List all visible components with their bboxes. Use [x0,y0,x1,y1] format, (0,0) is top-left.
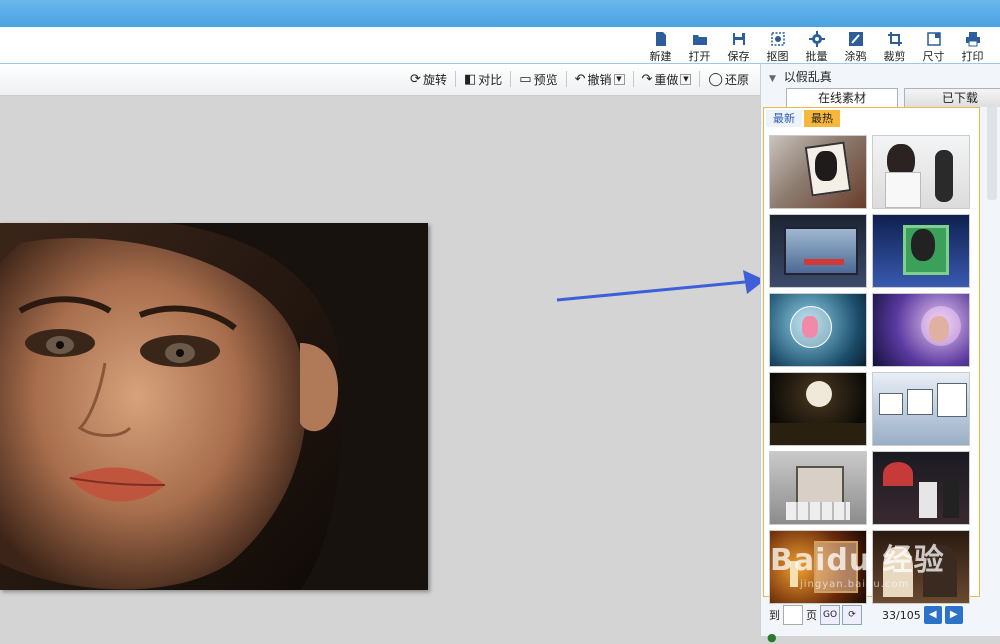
rotate-icon: ⟳ [410,71,421,87]
template-thumbnail[interactable] [872,451,970,525]
crop-button[interactable]: 裁剪 [875,29,914,64]
template-thumbnail[interactable] [872,214,970,288]
goto-label: 到 [769,609,780,622]
subtab-latest[interactable]: 最新 [766,110,802,127]
divider [565,71,567,87]
portrait-photo [0,223,428,590]
baidu-watermark: Baidu 经验 jingyan.baidu.com [770,543,945,590]
printer-icon [965,32,980,47]
template-thumbnail[interactable] [769,135,867,209]
page-number-input[interactable] [783,605,803,625]
main-toolbar: 新建 打开 保存 抠图 批量 涂鸦 裁剪 尺寸 打印 [0,27,1000,64]
new-button[interactable]: 新建 [641,29,680,64]
sidebar-tabs: 在线素材 已下载 [786,88,1000,107]
compare-button[interactable]: ◧ 对比 [460,70,506,88]
subtab-hottest[interactable]: 最热 [804,110,840,127]
resize-icon [926,32,941,46]
compare-icon: ◧ [463,71,477,87]
resize-button[interactable]: 尺寸 [914,29,953,64]
undo-icon: ↶ [574,71,586,87]
redo-dropdown-icon[interactable]: ▼ [680,73,692,85]
material-panel: 最新 最热 [763,107,980,604]
collapse-triangle-icon: ▼ [769,74,776,84]
tab-online-material[interactable]: 在线素材 [786,88,898,107]
go-button[interactable]: GO [820,605,840,625]
preview-icon: ▭ [519,71,532,87]
template-thumbnail[interactable] [872,372,970,446]
window-title-bar [0,0,1000,27]
doodle-icon [848,32,863,46]
doodle-button[interactable]: 涂鸦 [836,29,875,64]
template-thumbnail[interactable] [769,293,867,367]
batch-gear-icon [808,31,825,47]
save-icon [732,33,745,45]
template-grid [769,135,970,604]
crop-icon [887,32,902,46]
template-thumbnail[interactable] [872,293,970,367]
divider [510,71,512,87]
pagination-bar: 到 页 GO ⟳ 33/105 ◀ ▶ [761,604,981,626]
sidebar-scrollbar[interactable] [987,100,997,200]
redo-button[interactable]: ↷ 重做 ▼ [638,70,696,88]
undo-button[interactable]: ↶ 撤销 ▼ [571,70,629,88]
prev-page-icon[interactable]: ◀ [923,606,942,624]
template-thumbnail[interactable] [769,214,867,288]
restore-circle-icon: ◯ [708,71,723,87]
undo-dropdown-icon[interactable]: ▼ [613,73,625,85]
cutout-button[interactable]: 抠图 [758,29,797,64]
batch-button[interactable]: 批量 [797,29,836,64]
tab-downloaded[interactable]: 已下载 [904,88,1000,107]
folder-open-icon [692,35,707,45]
blue-arrow-annotation [556,270,765,302]
template-thumbnail[interactable] [769,372,867,446]
sidebar-title[interactable]: ▼ 以假乱真 [769,68,832,85]
divider [454,71,456,87]
next-page-icon[interactable]: ▶ [944,606,963,624]
redo-icon: ↷ [641,71,653,87]
new-file-icon [655,32,666,46]
refresh-icon[interactable]: ⟳ [842,605,862,625]
template-thumbnail[interactable] [769,451,867,525]
cutout-icon [770,32,785,46]
page-info: 33/105 [882,608,921,622]
template-thumbnail[interactable] [872,135,970,209]
divider [632,71,634,87]
edit-control-bar: ⟳ 旋转 ◧ 对比 ▭ 预览 ↶ 撤销 ▼ ↷ 重做 ▼ ◯ 还原 [0,64,760,96]
save-button[interactable]: 保存 [719,29,758,64]
sort-subtabs: 最新 最热 [766,110,842,127]
rotate-button[interactable]: ⟳ 旋转 [406,70,451,88]
preview-button[interactable]: ▭ 预览 [515,70,561,88]
print-button[interactable]: 打印 [953,29,992,64]
divider [699,71,701,87]
more-link-icon[interactable]: ● [767,631,777,644]
page-label: 页 [806,609,817,622]
open-button[interactable]: 打开 [680,29,719,64]
restore-button[interactable]: ◯ 还原 [704,70,753,88]
